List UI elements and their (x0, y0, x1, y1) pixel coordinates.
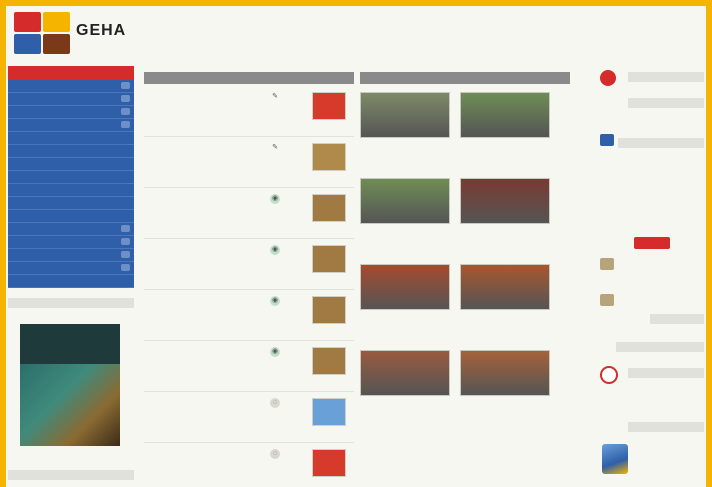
magazine-footer-bar (8, 470, 134, 480)
news-item[interactable]: ◉ (144, 290, 354, 341)
right-bar-6 (628, 368, 704, 378)
news-thumbnail[interactable] (312, 347, 346, 375)
site-logo[interactable] (14, 12, 70, 54)
site-brand[interactable]: GEHA (76, 22, 126, 40)
nav-item[interactable] (8, 145, 134, 158)
nav-item[interactable] (8, 236, 134, 249)
user-avatar[interactable] (600, 258, 614, 270)
photo-card[interactable] (360, 178, 450, 227)
photo-card[interactable] (460, 92, 550, 141)
right-bar-7 (628, 422, 704, 432)
nav-item-count (121, 225, 130, 232)
photo-image[interactable] (460, 92, 550, 138)
site-header: GEHA (6, 6, 706, 64)
news-item[interactable]: ◉ (144, 188, 354, 239)
news-thumbnail[interactable] (312, 398, 346, 426)
nav-item-count (121, 95, 130, 102)
news-list: ✎ ✎ ◉ ◉ ◉ ◉ ◌ ◌ (144, 86, 354, 487)
right-bar-4 (650, 314, 704, 324)
photo-image[interactable] (460, 178, 550, 224)
nav-item-count (121, 121, 130, 128)
photo-card[interactable] (360, 264, 450, 313)
nav-item-count (121, 82, 130, 89)
photo-image[interactable] (360, 350, 450, 396)
nav-item-count (121, 264, 130, 271)
news-item[interactable]: ✎ (144, 86, 354, 137)
nav-item[interactable] (8, 158, 134, 171)
news-item[interactable]: ◉ (144, 239, 354, 290)
nav-item[interactable] (8, 275, 134, 288)
photos-column-header (360, 72, 570, 84)
right-bar-1 (628, 72, 704, 82)
news-thumbnail[interactable] (312, 92, 346, 120)
logo-tile (43, 34, 70, 54)
photo-card[interactable] (460, 264, 550, 313)
globe-icon: ◌ (270, 398, 280, 408)
logo-tile (14, 12, 41, 32)
notification-badge[interactable] (600, 70, 616, 86)
user-avatar[interactable] (600, 294, 614, 306)
photo-image[interactable] (460, 264, 550, 310)
nav-item[interactable] (8, 119, 134, 132)
photo-card[interactable] (460, 178, 550, 227)
nav-item[interactable] (8, 80, 134, 93)
news-item[interactable]: ◌ (144, 392, 354, 443)
nav-item-count (121, 251, 130, 258)
nav-item-count (121, 238, 130, 245)
magazine-cover[interactable] (20, 324, 120, 446)
news-thumbnail[interactable] (312, 194, 346, 222)
photo-card[interactable] (360, 350, 450, 399)
globe-icon: ◌ (270, 449, 280, 459)
info-icon (600, 134, 614, 146)
photo-card[interactable] (460, 350, 550, 399)
news-thumbnail[interactable] (312, 143, 346, 171)
nav-item[interactable] (8, 132, 134, 145)
news-thumbnail[interactable] (312, 449, 346, 477)
news-thumbnail[interactable] (312, 245, 346, 273)
left-nav (8, 66, 134, 288)
nav-item[interactable] (8, 249, 134, 262)
logo-tile (14, 34, 41, 54)
photo-image[interactable] (360, 92, 450, 138)
nav-item[interactable] (8, 93, 134, 106)
nav-item[interactable] (8, 210, 134, 223)
photo-icon: ◉ (270, 194, 280, 204)
clock-icon (600, 366, 618, 384)
photo-icon: ◉ (270, 296, 280, 306)
news-thumbnail[interactable] (312, 296, 346, 324)
news-column-header (144, 72, 354, 84)
magazine-cover-art (20, 364, 120, 446)
nav-item[interactable] (8, 223, 134, 236)
news-item[interactable]: ✎ (144, 137, 354, 188)
globe-icon (602, 444, 628, 474)
photo-card[interactable] (360, 92, 450, 141)
logo-tile (43, 12, 70, 32)
nav-header (8, 66, 134, 80)
nav-item-count (121, 108, 130, 115)
nav-item[interactable] (8, 106, 134, 119)
right-bar-3 (618, 138, 704, 148)
photo-image[interactable] (360, 178, 450, 224)
nav-item[interactable] (8, 262, 134, 275)
news-item[interactable]: ◌ (144, 443, 354, 487)
right-bar-5 (616, 342, 704, 352)
pencil-icon: ✎ (272, 144, 278, 151)
red-action-button[interactable] (634, 237, 670, 249)
nav-item[interactable] (8, 184, 134, 197)
nav-item[interactable] (8, 197, 134, 210)
nav-item[interactable] (8, 171, 134, 184)
photo-icon: ◉ (270, 245, 280, 255)
pencil-icon: ✎ (272, 93, 278, 100)
magazine-section-header (8, 298, 134, 308)
web-page: GEHA ✎ ✎ ◉ ◉ ◉ ◉ ◌ ◌ (6, 6, 706, 487)
photo-image[interactable] (460, 350, 550, 396)
news-item[interactable]: ◉ (144, 341, 354, 392)
photo-icon: ◉ (270, 347, 280, 357)
right-bar-2 (628, 98, 704, 108)
photo-image[interactable] (360, 264, 450, 310)
